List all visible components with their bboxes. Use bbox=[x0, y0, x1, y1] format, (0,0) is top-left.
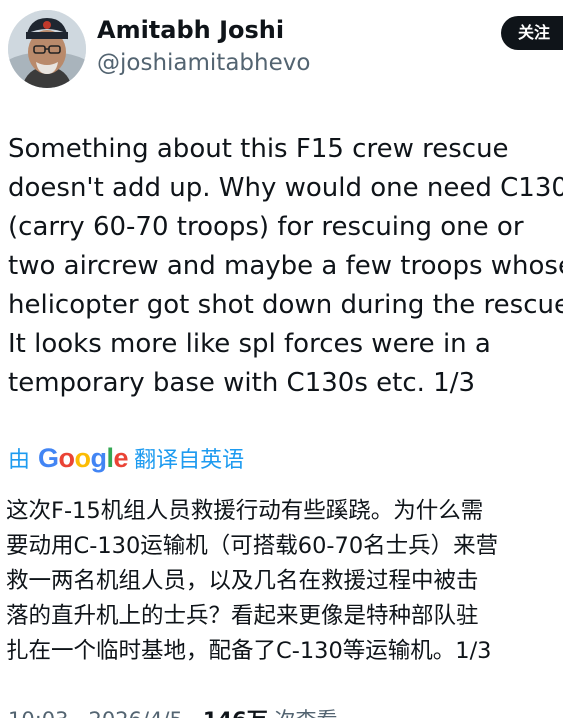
translation-attribution[interactable]: 由 Google 翻译自英语 bbox=[8, 441, 244, 475]
translated-line: 落的直升机上的士兵？看起来更像是特种部队驻 bbox=[6, 603, 479, 629]
translation-prefix: 由 bbox=[8, 448, 31, 473]
tweet-line: Something about this F15 crew rescue bbox=[8, 134, 509, 164]
tweet-timestamp[interactable]: 10:03 · 2026/4/5 bbox=[8, 708, 183, 718]
tweet-line: temporary base with C130s etc. 1/3 bbox=[8, 368, 476, 398]
author-handle[interactable]: @joshiamitabhevo bbox=[97, 50, 310, 76]
translated-text: 这次F-15机组人员救援行动有些蹊跷。为什么需 要动用C-130运输机（可搭载6… bbox=[6, 494, 563, 669]
tweet-line: doesn't add up. Why would one need C130 bbox=[8, 173, 563, 203]
translated-line: 扎在一个临时基地，配备了C-130等运输机。1/3 bbox=[6, 638, 492, 664]
avatar-image bbox=[8, 10, 86, 88]
follow-button[interactable]: 关注 bbox=[501, 16, 563, 50]
views-count: 146万 bbox=[203, 708, 268, 718]
tweet-line: It looks more like spl forces were in a bbox=[8, 329, 491, 359]
tweet-text: Something about this F15 crew rescue doe… bbox=[8, 130, 563, 403]
avatar[interactable] bbox=[8, 10, 86, 88]
author-display-name[interactable]: Amitabh Joshi bbox=[97, 16, 284, 44]
google-logo: Google bbox=[38, 442, 129, 473]
tweet-meta: 10:03 · 2026/4/5 · 146万 次查看 bbox=[8, 704, 337, 718]
tweet-line: helicopter got shot down during the resc… bbox=[8, 290, 563, 320]
translated-line: 救一两名机组人员，以及几名在救援过程中被击 bbox=[6, 568, 479, 594]
translation-suffix: 翻译自英语 bbox=[134, 448, 245, 473]
translated-line: 要动用C-130运输机（可搭载60-70名士兵）来营 bbox=[6, 533, 499, 559]
views-label: 次查看 bbox=[274, 708, 337, 718]
translated-line: 这次F-15机组人员救援行动有些蹊跷。为什么需 bbox=[6, 498, 484, 524]
tweet-line: two aircrew and maybe a few troops whose bbox=[8, 251, 563, 281]
tweet-line: (carry 60-70 troops) for rescuing one or bbox=[8, 212, 524, 242]
